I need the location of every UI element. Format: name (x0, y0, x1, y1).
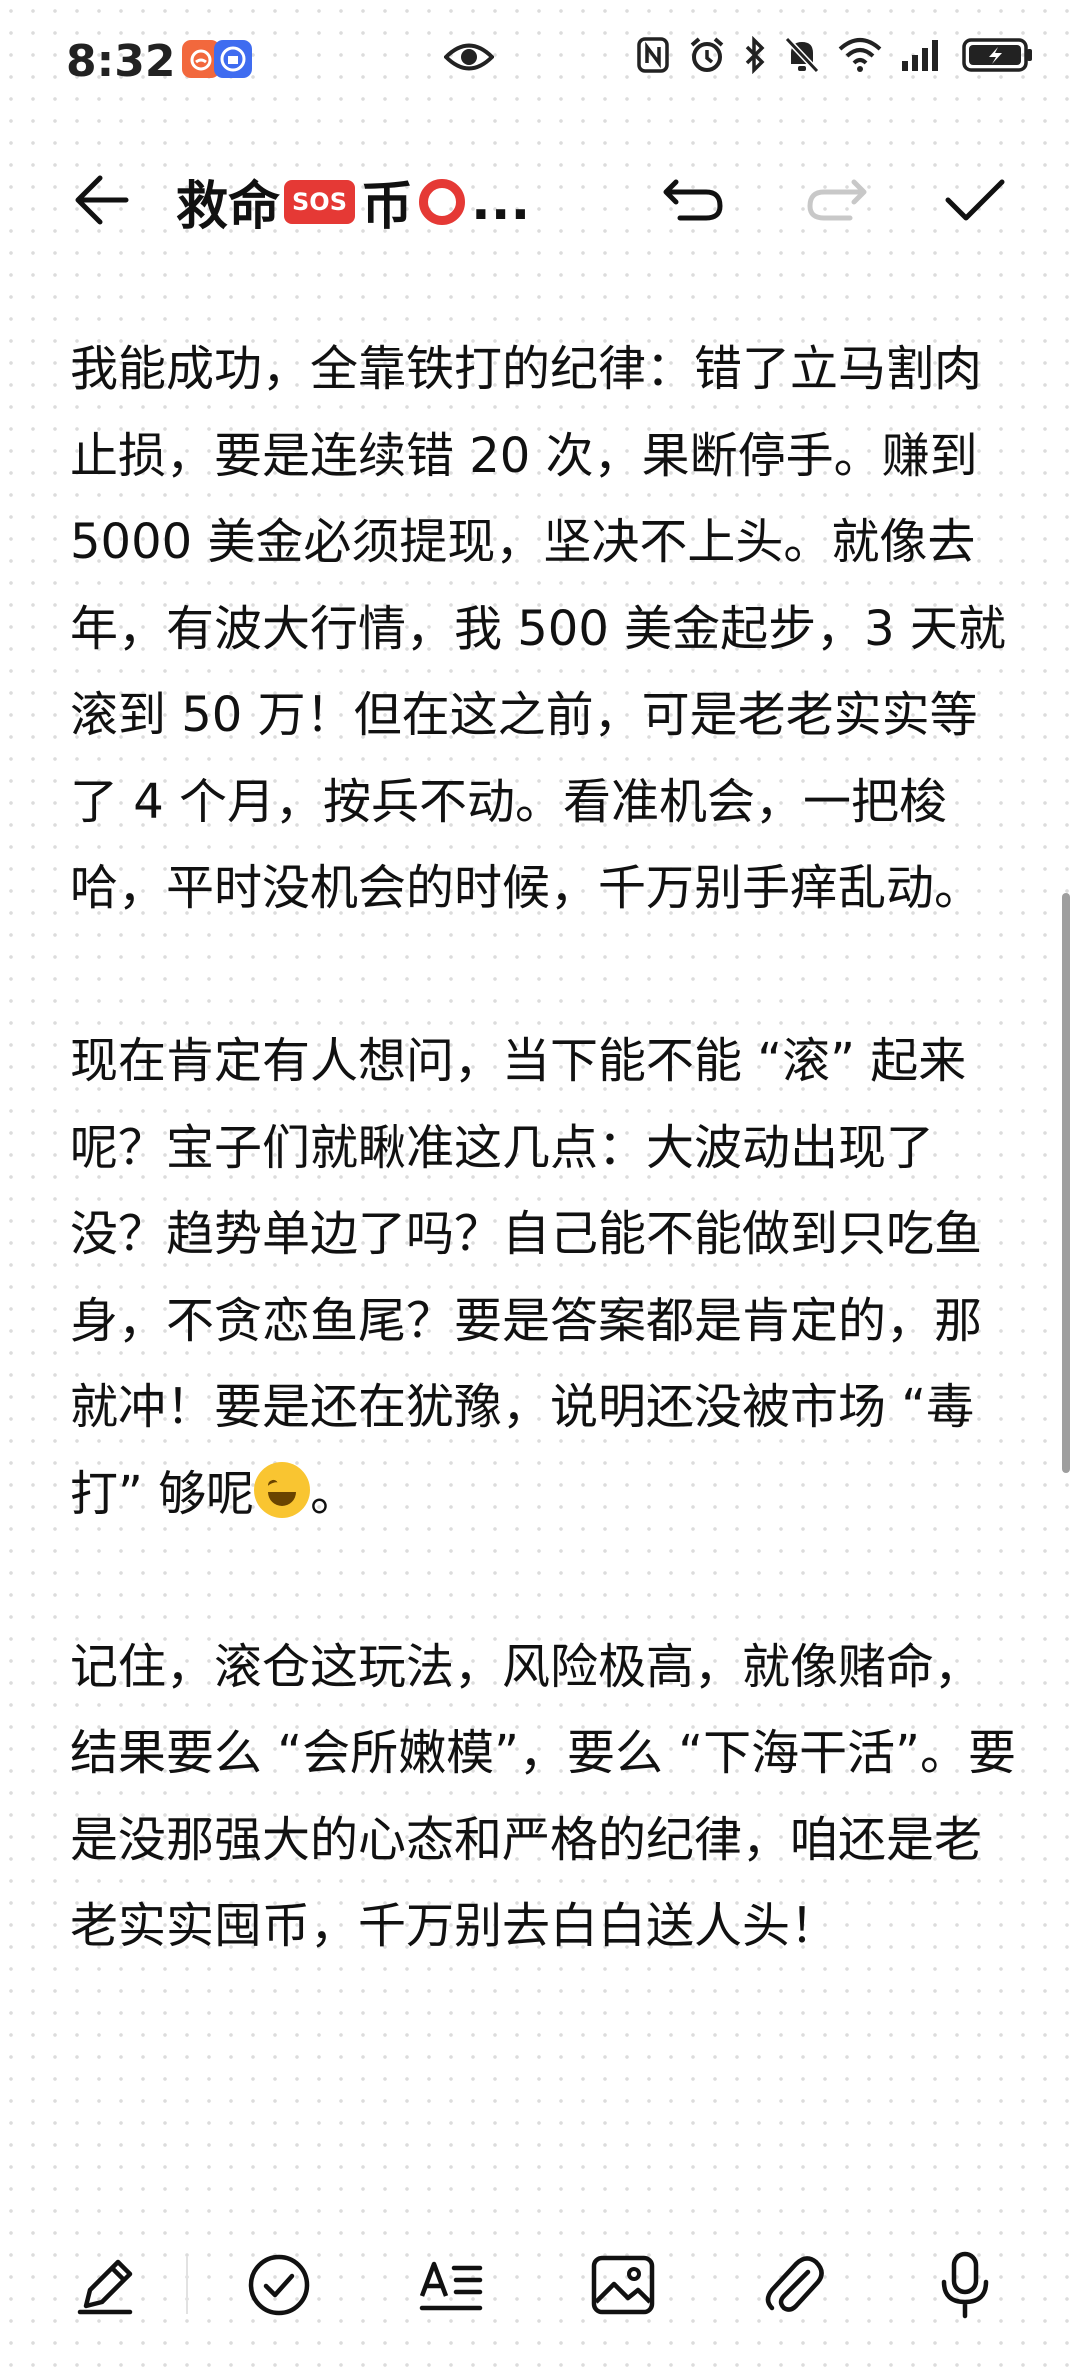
undo-button[interactable] (660, 168, 730, 232)
image-icon[interactable] (588, 2250, 658, 2320)
title-text-1: 救命 (176, 177, 281, 237)
note-paragraph-2-text: 现在肯定有人想问，当下能不能 “滚” 起来呢？宝子们就瞅准这几点：大波动出现了没… (70, 1033, 983, 1522)
eye-icon (443, 40, 495, 78)
checklist-icon[interactable] (244, 2250, 314, 2320)
back-button[interactable] (70, 168, 140, 232)
scrollbar[interactable] (1062, 893, 1070, 1473)
toolbar-divider (186, 2256, 188, 2314)
title-ellipsis: ... (471, 171, 531, 232)
note-body[interactable]: 我能成功，全靠铁打的纪律：错了立马割肉止损，要是连续错 20 次，果断停手。赚到… (70, 326, 1020, 1970)
confirm-check-button[interactable] (940, 168, 1010, 232)
note-paragraph-3: 记住，滚仓这玩法，风险极高，就像赌命，结果要么 “会所嫩模”，要么 “下海干活”… (70, 1638, 1016, 1955)
text-format-icon[interactable] (416, 2250, 486, 2320)
pen-icon[interactable] (72, 2250, 142, 2320)
note-paragraph-1: 我能成功，全靠铁打的纪律：错了立马割肉止损，要是连续错 20 次，果断停手。赚到… (70, 341, 1006, 916)
note-toolbar: 救命 SOS 币 ... (0, 150, 1080, 250)
app-notification-icon-2 (214, 40, 252, 78)
title-text-2: 币 (361, 177, 414, 237)
alarm-icon (688, 36, 726, 74)
status-bar: 8:32 (0, 0, 1080, 120)
editor-bottom-bar (0, 2230, 1080, 2340)
attachment-icon[interactable] (760, 2250, 830, 2320)
microphone-icon[interactable] (930, 2250, 1000, 2320)
note-title[interactable]: 救命 SOS 币 ... (176, 164, 530, 239)
bluetooth-icon (744, 36, 766, 74)
wifi-icon (838, 37, 882, 73)
note-paragraph-2: 现在肯定有人想问，当下能不能 “滚” 起来呢？宝子们就瞅准这几点：大波动出现了没… (70, 1018, 1020, 1537)
status-time: 8:32 (66, 36, 176, 87)
red-circle-emoji (419, 178, 466, 225)
sos-emoji: SOS (284, 179, 355, 224)
nfc-icon (636, 36, 670, 74)
redo-button[interactable] (800, 168, 870, 232)
rofl-emoji (254, 1461, 311, 1518)
mute-icon (784, 36, 820, 74)
battery-icon (962, 36, 1034, 74)
signal-icon (900, 37, 944, 73)
note-paragraph-2-end: 。 (310, 1465, 359, 1522)
